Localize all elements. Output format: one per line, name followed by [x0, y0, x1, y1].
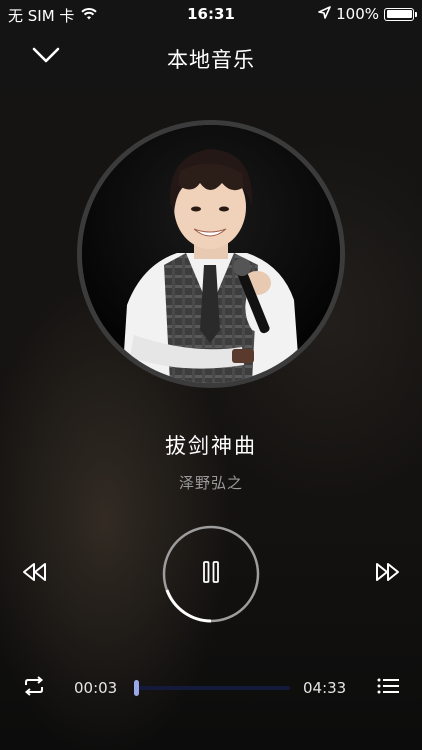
- song-artist: 泽野弘之: [178, 474, 243, 492]
- pause-icon: [202, 561, 220, 587]
- previous-icon: [20, 561, 48, 587]
- page-title: 本地音乐: [167, 48, 255, 72]
- playlist-icon: [377, 677, 399, 699]
- album-art-image: [82, 125, 340, 383]
- repeat-icon: [22, 676, 46, 700]
- music-player-screen: 无 SIM 卡 16:31 100% 本地音乐 拔剑神曲 泽野弘之 00:03 …: [0, 0, 422, 750]
- next-icon: [374, 561, 402, 587]
- current-time: 00:03: [74, 679, 118, 697]
- repeat-button[interactable]: [18, 674, 50, 702]
- previous-button[interactable]: [16, 558, 52, 590]
- progress-thumb[interactable]: [133, 680, 139, 696]
- progress-track[interactable]: [134, 686, 290, 690]
- nav-bar: 本地音乐: [0, 32, 422, 82]
- play-pause-button[interactable]: [186, 549, 236, 599]
- song-title: 拔剑神曲: [165, 434, 257, 458]
- battery-percent: 100%: [336, 5, 379, 23]
- next-button[interactable]: [370, 558, 406, 590]
- status-right: 100%: [318, 5, 417, 23]
- playlist-button[interactable]: [372, 674, 404, 702]
- battery-icon: [384, 7, 417, 21]
- total-time: 04:33: [303, 679, 347, 697]
- location-arrow-icon: [318, 5, 331, 23]
- status-bar: 无 SIM 卡 16:31 100%: [0, 0, 422, 28]
- album-art: [77, 120, 345, 388]
